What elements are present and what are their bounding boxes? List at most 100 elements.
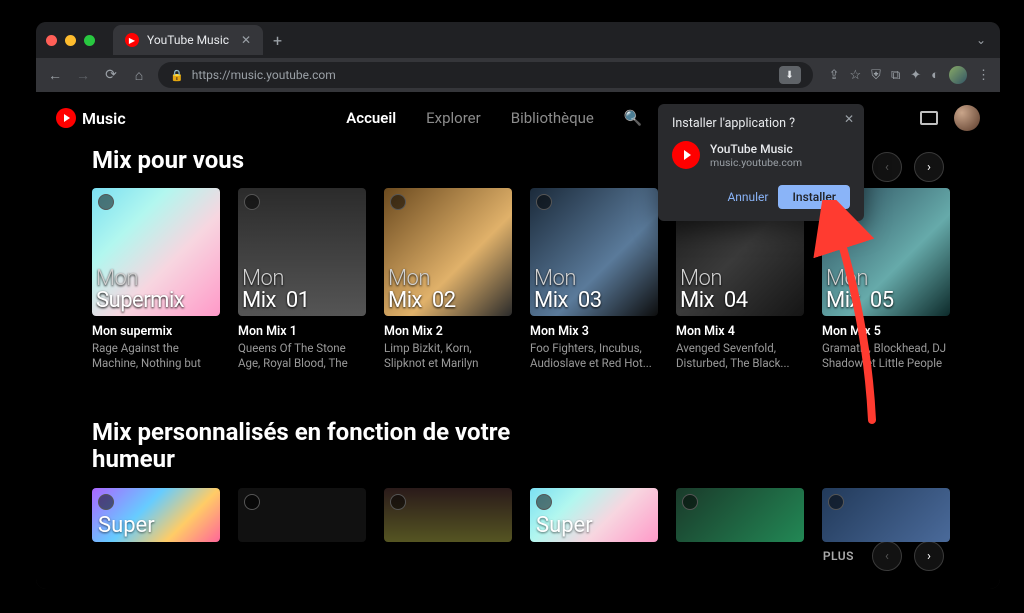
mix-card[interactable]: Mon SupermixMon supermixRage Against the… (92, 188, 220, 371)
mood-card[interactable] (822, 488, 950, 542)
toolbar-icons: ⇪ ☆ ⛨ ⧉ ✦ ◐ ⋮ (829, 66, 990, 84)
mix-card-subtitle: Queens Of The Stone Age, Royal Blood, Th… (238, 341, 366, 371)
popup-app-name: YouTube Music (710, 142, 802, 156)
popup-close-button[interactable]: ✕ (844, 112, 854, 126)
mix-overlay-label: Mon Mix 02 (388, 268, 508, 312)
mood-thumbnail: Super (530, 488, 658, 542)
logo-text: Music (82, 109, 126, 128)
nav-home[interactable]: Accueil (346, 109, 396, 127)
mood-thumbnail (384, 488, 512, 542)
mix-card[interactable]: Mon Mix 01 Mon Mix 1 Queens Of The Stone A… (238, 188, 366, 371)
mix-thumbnail: Mon Mix 03 (530, 188, 658, 316)
browser-menu-button[interactable]: ⋮ (977, 68, 990, 83)
section-title-mood: Mix personnalisés en fonction de votre h… (92, 419, 592, 474)
bookmark-icon[interactable]: ☆ (850, 68, 862, 83)
cancel-button[interactable]: Annuler (727, 190, 768, 204)
mood-card[interactable]: Super (92, 488, 220, 542)
carousel-next-button[interactable]: › (914, 152, 944, 182)
play-icon (56, 108, 76, 128)
install-app-popup: ✕ Installer l'application ? YouTube Musi… (658, 104, 864, 221)
url: https://music.youtube.com (192, 68, 336, 82)
carousel-controls-1: ‹ › (872, 152, 944, 182)
shield-icon[interactable]: ⛨ (871, 68, 881, 83)
mix-overlay-label: Mon Mix 03 (534, 268, 654, 312)
mood-overlay-label: Super (98, 513, 155, 538)
forward-button[interactable]: → (74, 67, 92, 84)
mix-card-subtitle: Foo Fighters, Incubus, Audioslave et Red… (530, 341, 658, 371)
mix-card-title: Mon Mix 2 (384, 324, 512, 339)
mood-thumbnail (676, 488, 804, 542)
mix-thumbnail: Mon Supermix (92, 188, 220, 316)
address-bar[interactable]: 🔒 https://music.youtube.com ⬇ (158, 62, 813, 88)
youtube-music-logo[interactable]: Music (56, 108, 126, 128)
user-avatar[interactable] (954, 105, 980, 131)
more-link[interactable]: PLUS (823, 549, 854, 563)
carousel-next-button-2[interactable]: › (914, 541, 944, 571)
extension-icon-2[interactable]: ◐ (931, 67, 939, 83)
mood-overlay-label: Super (536, 513, 593, 538)
mood-thumbnail (822, 488, 950, 542)
header-right (920, 105, 980, 131)
home-button[interactable]: ⌂ (130, 67, 148, 84)
tab-title: YouTube Music (147, 33, 229, 47)
mood-card[interactable]: Super (530, 488, 658, 542)
extension-icon[interactable]: ⧉ (891, 68, 900, 83)
browser-tab[interactable]: ▶ YouTube Music ✕ (113, 25, 263, 55)
window-menu-button[interactable]: ⌄ (976, 33, 986, 47)
mix-overlay-label: Mon Mix 05 (826, 268, 946, 312)
carousel-prev-button-2[interactable]: ‹ (872, 541, 902, 571)
close-window-button[interactable] (46, 35, 57, 46)
mix-card-subtitle: Limp Bizkit, Korn, Slipknot et Marilyn M… (384, 341, 512, 371)
popup-app-row: YouTube Music music.youtube.com (672, 141, 850, 169)
new-tab-button[interactable]: + (273, 31, 282, 50)
mix-card-title: Mon Mix 5 (822, 324, 950, 339)
lock-icon: 🔒 (170, 69, 184, 82)
mood-card[interactable] (238, 488, 366, 542)
mix-card-subtitle: Gramatik, Blockhead, DJ Shadow et Little… (822, 341, 950, 371)
popup-actions: Annuler Installer (672, 185, 850, 209)
badge-icon (98, 494, 114, 510)
browser-window: ▶ YouTube Music ✕ + ⌄ ← → ⟳ ⌂ 🔒 https://… (36, 22, 1000, 589)
mix-card[interactable]: Mon Mix 03 Mon Mix 3 Foo Fighters, Incubus… (530, 188, 658, 371)
badge-icon (390, 194, 406, 210)
install-app-icon[interactable]: ⬇ (779, 66, 801, 84)
mood-card[interactable] (676, 488, 804, 542)
mix-card-title: Mon Mix 3 (530, 324, 658, 339)
mood-card-row: Super Super (92, 488, 944, 542)
search-icon[interactable]: 🔍 (624, 109, 643, 127)
popup-title: Installer l'application ? (672, 116, 850, 131)
badge-icon (98, 194, 114, 210)
badge-icon (828, 494, 844, 510)
popup-app-url: music.youtube.com (710, 156, 802, 169)
mix-overlay-label: Mon Mix 01 (242, 268, 362, 312)
badge-icon (244, 194, 260, 210)
nav-explore[interactable]: Explorer (426, 109, 481, 127)
mix-card[interactable]: Mon Mix 02 Mon Mix 2 Limp Bizkit, Korn, Sl… (384, 188, 512, 371)
share-icon[interactable]: ⇪ (829, 68, 840, 83)
close-tab-button[interactable]: ✕ (241, 33, 251, 47)
puzzle-icon[interactable]: ✦ (910, 68, 921, 83)
cast-icon[interactable] (920, 111, 938, 125)
carousel-prev-button[interactable]: ‹ (872, 152, 902, 182)
mood-thumbnail: Super (92, 488, 220, 542)
back-button[interactable]: ← (46, 67, 64, 84)
mood-card[interactable] (384, 488, 512, 542)
mood-thumbnail (238, 488, 366, 542)
mix-overlay-label: Mon Mix 04 (680, 268, 800, 312)
mix-card-title: Mon Mix 1 (238, 324, 366, 339)
mix-card-title: Mon Mix 4 (676, 324, 804, 339)
mix-thumbnail: Mon Mix 01 (238, 188, 366, 316)
nav-library[interactable]: Bibliothèque (511, 109, 594, 127)
install-button[interactable]: Installer (778, 185, 850, 209)
youtube-music-app-icon (672, 141, 700, 169)
reload-button[interactable]: ⟳ (102, 67, 120, 83)
badge-icon (536, 494, 552, 510)
window-controls (46, 35, 95, 46)
toolbar: ← → ⟳ ⌂ 🔒 https://music.youtube.com ⬇ ⇪ … (36, 58, 1000, 92)
maximize-window-button[interactable] (84, 35, 95, 46)
minimize-window-button[interactable] (65, 35, 76, 46)
youtube-music-favicon-icon: ▶ (125, 33, 139, 47)
profile-avatar-icon[interactable] (949, 66, 967, 84)
tab-strip: ▶ YouTube Music ✕ + ⌄ (36, 22, 1000, 58)
mix-card-subtitle: Rage Against the Machine, Nothing but Th… (92, 341, 220, 371)
